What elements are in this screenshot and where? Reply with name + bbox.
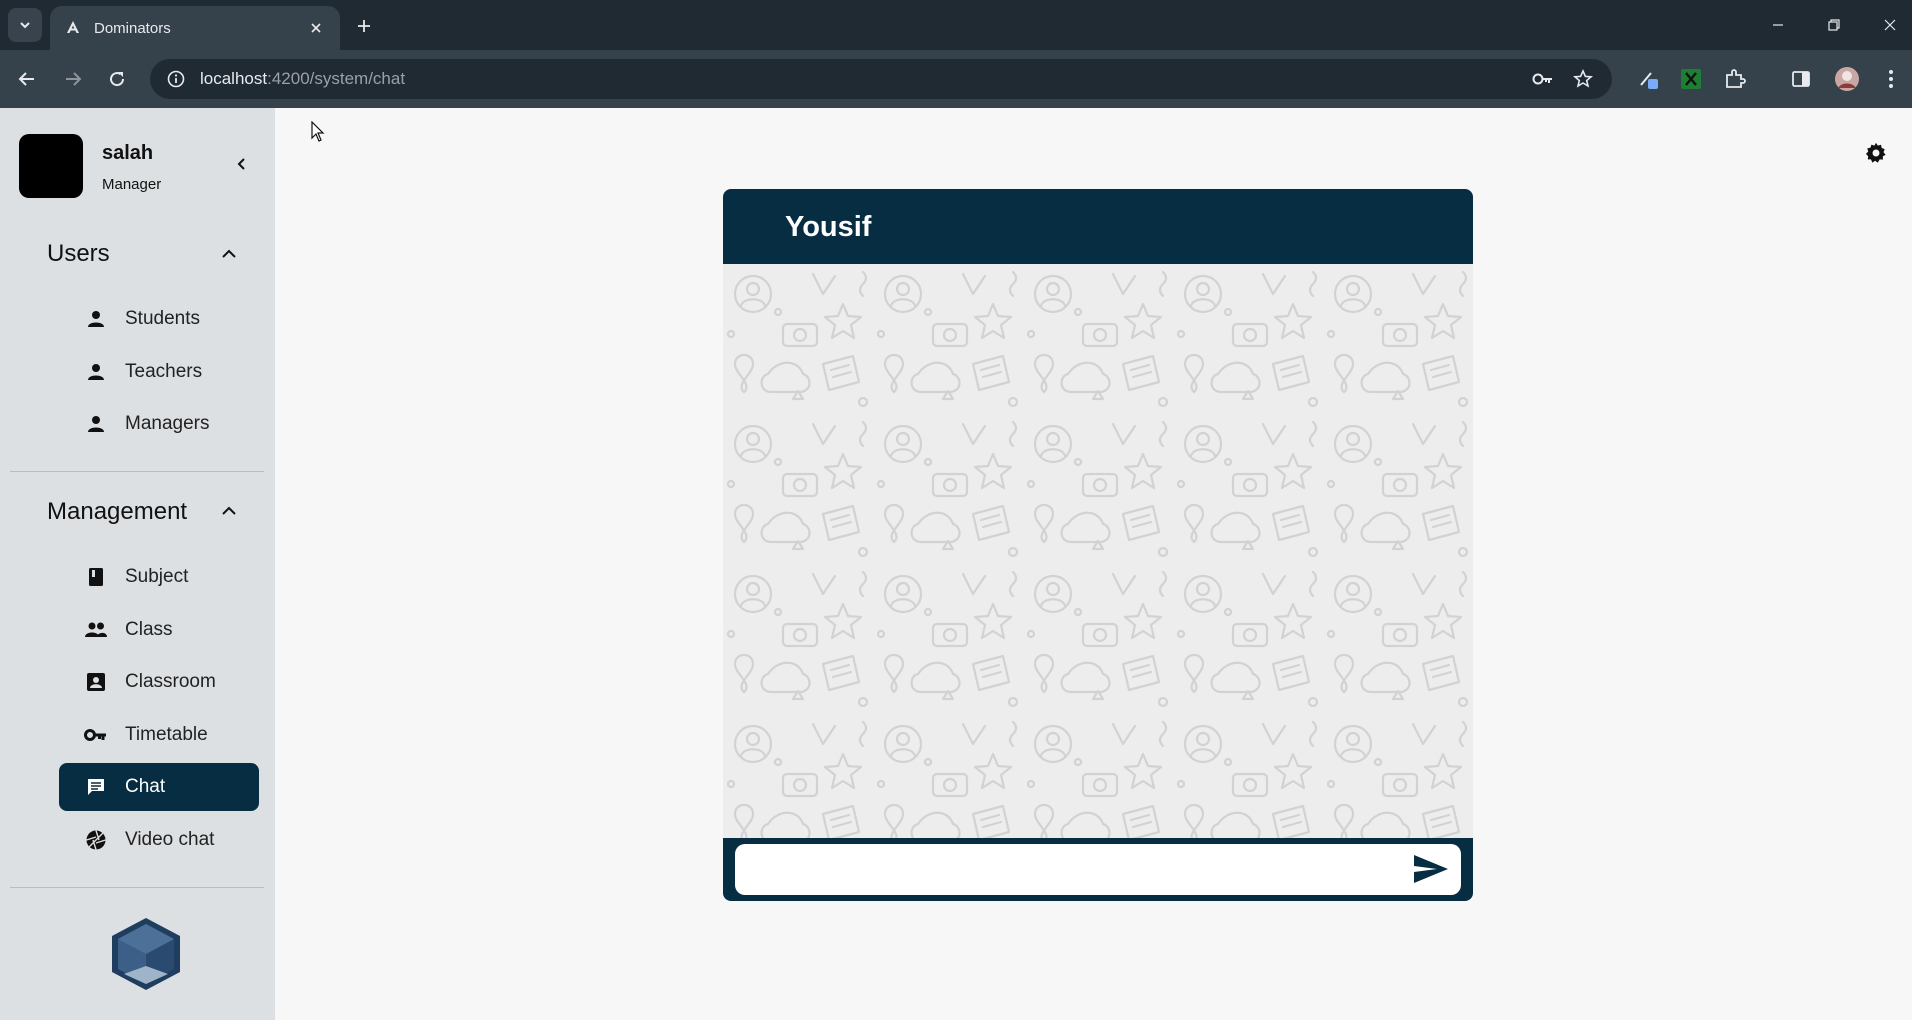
sidebar: salah Manager Users Students Teachers Ma… [0, 108, 275, 1020]
sidebar-item-label: Timetable [125, 724, 208, 745]
reload-button[interactable] [100, 62, 134, 96]
person-icon [83, 306, 109, 332]
sidebar-item-subject[interactable]: Subject [59, 553, 259, 601]
chat-icon [83, 774, 109, 800]
section-users-toggle[interactable] [215, 240, 243, 268]
chat-window: Yousif [723, 189, 1473, 901]
sidebar-item-label: Subject [125, 566, 189, 587]
chat-wallpaper-doodle-pattern [723, 264, 1473, 838]
app-logo [112, 918, 180, 990]
site-info-icon[interactable] [164, 67, 188, 91]
extension-pen-icon[interactable] [1634, 64, 1664, 94]
avatar [19, 134, 83, 198]
chevron-up-icon [222, 506, 236, 515]
close-tab-icon[interactable] [306, 18, 326, 38]
sidebar-item-classroom[interactable]: Classroom [59, 658, 259, 706]
sidebar-item-class[interactable]: Class [59, 606, 259, 654]
chat-messages-area [723, 264, 1473, 838]
main-content: Yousif [275, 108, 1912, 1020]
sidebar-divider [10, 471, 264, 472]
settings-button[interactable] [1861, 138, 1891, 168]
chat-header: Yousif [723, 189, 1473, 264]
bookmark-star-icon[interactable] [1568, 64, 1598, 94]
browser-toolbar: localhost:4200/system/chat [0, 50, 1912, 108]
section-management-title[interactable]: Management [47, 498, 187, 526]
profile-avatar-icon[interactable] [1832, 64, 1862, 94]
chevron-up-icon [222, 249, 236, 258]
sidebar-item-video-chat[interactable]: Video chat [59, 816, 259, 864]
arrow-right-icon [66, 72, 82, 86]
restore-window-button[interactable] [1814, 10, 1854, 40]
sidebar-divider [10, 887, 264, 888]
section-management-toggle[interactable] [215, 497, 243, 525]
group-icon [83, 617, 109, 643]
reload-icon [110, 72, 125, 87]
browser-tab[interactable]: Dominators [50, 6, 340, 50]
plus-icon [358, 20, 370, 32]
person-icon [83, 411, 109, 437]
message-input[interactable] [735, 844, 1461, 895]
sidebar-item-managers[interactable]: Managers [59, 400, 259, 448]
send-icon [1414, 855, 1448, 883]
sidebar-item-label: Video chat [125, 829, 215, 850]
profile-name: salah [102, 142, 154, 164]
sidebar-item-label: Students [125, 308, 200, 329]
minimize-window-button[interactable] [1758, 10, 1798, 40]
forward-button[interactable] [56, 62, 90, 96]
profile-role: Manager [102, 176, 162, 193]
book-icon [83, 564, 109, 590]
key-icon [83, 722, 109, 748]
sidebar-item-students[interactable]: Students [59, 295, 259, 343]
back-button[interactable] [10, 62, 44, 96]
chevron-left-icon [237, 158, 245, 170]
extensions-puzzle-icon[interactable] [1720, 64, 1750, 94]
arrow-left-icon [18, 72, 34, 86]
chat-contact-name: Yousif [785, 211, 872, 243]
contact-card-icon [83, 669, 109, 695]
send-button[interactable] [1409, 850, 1453, 888]
section-users-title[interactable]: Users [47, 240, 110, 268]
chevron-down-icon [20, 22, 30, 29]
gear-icon [1865, 142, 1886, 163]
angular-favicon-icon [64, 19, 82, 37]
sidebar-item-label: Class [125, 619, 173, 640]
restore-icon [1828, 19, 1840, 31]
sidebar-item-label: Classroom [125, 671, 216, 692]
close-window-button[interactable] [1870, 10, 1910, 40]
side-panel-icon[interactable] [1786, 64, 1816, 94]
tab-title: Dominators [94, 19, 171, 37]
sidebar-item-label: Chat [125, 776, 166, 797]
browser-tab-strip: Dominators [0, 0, 1912, 50]
browser-menu-icon[interactable] [1876, 64, 1906, 94]
chat-footer [723, 838, 1473, 901]
url-text: localhost:4200/system/chat [200, 69, 406, 88]
sidebar-item-label: Managers [125, 413, 210, 434]
sidebar-item-label: Teachers [125, 361, 203, 382]
password-key-icon[interactable] [1528, 64, 1558, 94]
collapse-sidebar-button[interactable] [228, 150, 256, 178]
sidebar-item-teachers[interactable]: Teachers [59, 348, 259, 396]
close-icon [1884, 19, 1896, 31]
minimize-icon [1773, 24, 1783, 26]
new-tab-button[interactable] [350, 12, 378, 40]
person-icon [83, 359, 109, 385]
address-bar[interactable]: localhost:4200/system/chat [150, 59, 1612, 99]
tab-search-button[interactable] [8, 8, 42, 42]
mouse-cursor-icon [311, 121, 325, 142]
camera-shutter-icon [83, 827, 109, 853]
sidebar-item-timetable[interactable]: Timetable [59, 711, 259, 759]
extension-excel-icon[interactable] [1676, 64, 1706, 94]
sidebar-item-chat[interactable]: Chat [59, 763, 259, 811]
